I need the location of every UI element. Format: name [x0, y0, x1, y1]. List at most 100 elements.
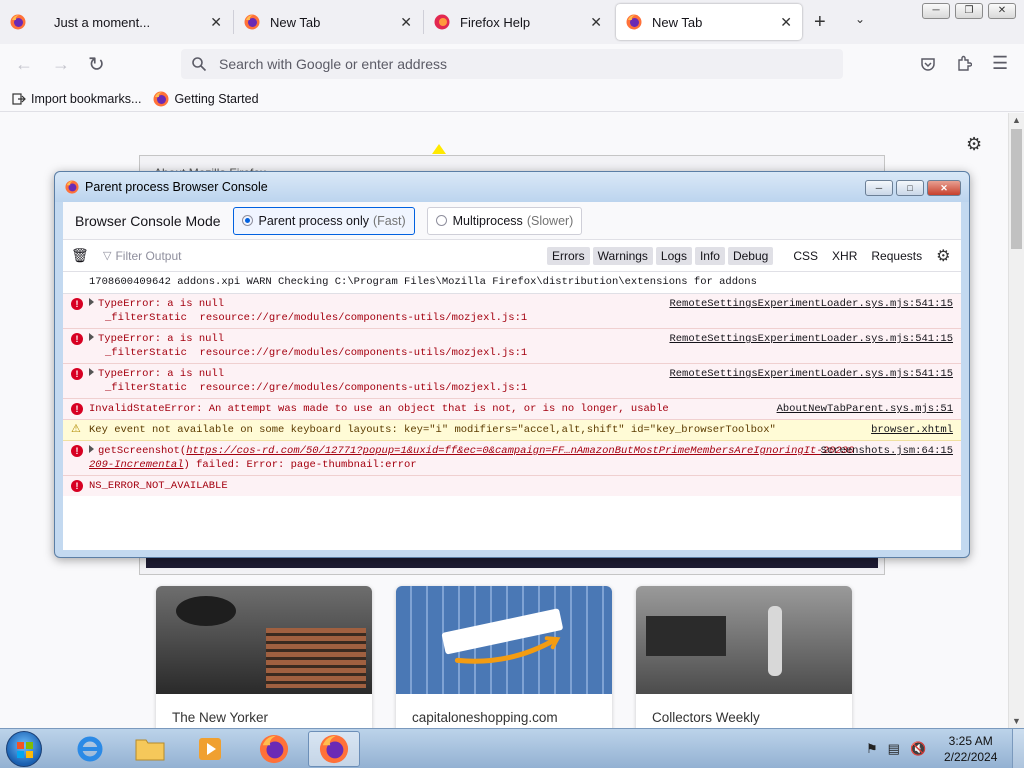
console-maximize-button[interactable]: □ [896, 180, 924, 196]
show-desktop-button[interactable] [1012, 729, 1024, 768]
tab-close-icon[interactable]: ✕ [590, 14, 602, 31]
top-site-card[interactable]: Collectors Weekly [636, 586, 852, 728]
taskbar-internet-explorer[interactable] [64, 731, 116, 767]
expand-triangle-icon[interactable] [89, 445, 94, 453]
level-warnings-button[interactable]: Warnings [592, 246, 653, 265]
back-arrow-icon[interactable]: ← [15, 54, 33, 75]
taskbar-firefox[interactable] [248, 731, 300, 767]
scrollbar-thumb[interactable] [1011, 129, 1022, 249]
error-text: TypeError: a is null [98, 333, 225, 345]
stack-path-link[interactable]: resource://gre/modules/components-utils/… [200, 382, 528, 394]
filter-placeholder: Filter Output [115, 248, 182, 263]
log-message: 1708600409642 addons.xpi WARN Checking C… [63, 272, 961, 294]
tab-close-icon[interactable]: ✕ [780, 14, 792, 31]
scroll-up-icon[interactable]: ▲ [1012, 115, 1021, 125]
mode-multi-label: Multiprocess [452, 213, 523, 228]
mode-multiprocess-radio[interactable]: Multiprocess (Slower) [426, 206, 583, 235]
firefox-icon [626, 14, 642, 30]
firefox-icon [244, 14, 260, 30]
filter-output-input[interactable]: ▽ Filter Output [103, 249, 543, 263]
clear-console-trash-icon[interactable]: 🗑 [71, 247, 89, 264]
tab-new-tab-active[interactable]: New Tab ✕ [616, 4, 802, 40]
minimize-button[interactable]: ─ [922, 3, 950, 19]
category-css-button[interactable]: CSS [793, 249, 818, 263]
level-debug-button[interactable]: Debug [727, 246, 774, 265]
console-minimize-button[interactable]: ─ [865, 180, 893, 196]
scroll-down-icon[interactable]: ▼ [1012, 716, 1021, 726]
source-link[interactable]: Screenshots.jsm:64:15 [821, 444, 953, 458]
reload-icon[interactable]: ↻ [88, 52, 105, 77]
source-link[interactable]: RemoteSettingsExperimentLoader.sys.mjs:5… [669, 367, 953, 381]
top-site-title: capitaloneshopping.com [412, 710, 558, 725]
top-site-title: Collectors Weekly [652, 710, 760, 725]
source-link[interactable]: RemoteSettingsExperimentLoader.sys.mjs:5… [669, 297, 953, 311]
stack-function: _filterStatic [105, 312, 187, 324]
taskbar-firefox-active[interactable] [308, 731, 360, 767]
bookmark-label: Getting Started [174, 91, 259, 106]
error-icon: ! [71, 480, 83, 492]
new-tab-plus-icon[interactable]: + [814, 11, 826, 34]
start-button[interactable] [6, 731, 42, 767]
url-input[interactable] [219, 56, 779, 72]
taskbar-clock[interactable]: 3:25 AM 2/22/2024 [944, 733, 997, 765]
screenshot-url-link[interactable]: https://cos-rd.com/50/12771?popup=1&uxid… [186, 445, 854, 457]
url-bar[interactable] [181, 49, 843, 79]
network-icon[interactable]: ▤ [888, 741, 900, 757]
tab-firefox-help[interactable]: Firefox Help ✕ [424, 4, 612, 40]
hamburger-menu-icon[interactable]: ☰ [992, 53, 1008, 74]
dialog-footer-bar [146, 558, 878, 568]
volume-muted-icon[interactable]: 🔇 [910, 741, 926, 757]
stack-path-link[interactable]: resource://gre/modules/components-utils/… [200, 312, 528, 324]
close-window-button[interactable]: ✕ [988, 3, 1016, 19]
import-icon [12, 92, 26, 105]
source-link[interactable]: AboutNewTabParent.sys.mjs:51 [777, 402, 953, 416]
tab-just-a-moment[interactable]: Just a moment... ✕ [44, 4, 232, 40]
restore-button[interactable]: ❐ [955, 3, 983, 19]
top-site-card[interactable]: capitaloneshopping.com [396, 586, 612, 728]
error-icon: ! [71, 298, 83, 310]
level-logs-button[interactable]: Logs [655, 246, 692, 265]
expand-triangle-icon[interactable] [89, 298, 94, 306]
tab-close-icon[interactable]: ✕ [210, 14, 222, 31]
screenshot-url-link-cont[interactable]: 209-Incremental [89, 459, 184, 471]
stack-path-link[interactable]: resource://gre/modules/components-utils/… [200, 347, 528, 359]
firefox-icon [153, 91, 169, 106]
source-link[interactable]: RemoteSettingsExperimentLoader.sys.mjs:5… [669, 332, 953, 346]
firefox-view-button[interactable] [10, 14, 26, 30]
tab-new-tab-1[interactable]: New Tab ✕ [234, 4, 422, 40]
expand-triangle-icon[interactable] [89, 368, 94, 376]
tab-close-icon[interactable]: ✕ [400, 14, 412, 31]
extensions-puzzle-icon[interactable] [956, 55, 972, 73]
mode-parent-only-radio[interactable]: Parent process only (Fast) [232, 206, 415, 235]
log-text: 1708600409642 addons.xpi WARN Checking C… [89, 276, 757, 288]
top-site-card[interactable]: The New Yorker [156, 586, 372, 728]
amazon-logo-image [436, 601, 574, 677]
list-all-tabs-chevron-icon[interactable]: ⌄ [855, 12, 865, 26]
pocket-icon[interactable] [920, 56, 936, 72]
category-requests-button[interactable]: Requests [871, 249, 922, 263]
console-titlebar[interactable]: Parent process Browser Console [55, 172, 969, 202]
internet-explorer-icon [77, 736, 103, 762]
navigation-toolbar: ← → ↻ ☰ [0, 44, 1024, 86]
console-mode-bar: Browser Console Mode Parent process only… [63, 202, 961, 240]
taskbar-file-explorer[interactable] [124, 731, 176, 767]
level-errors-button[interactable]: Errors [547, 246, 590, 265]
error-message: ! TypeError: a is null RemoteSettingsExp… [63, 329, 961, 364]
forward-arrow-icon[interactable]: → [52, 54, 70, 75]
system-tray: ⚑ ▤ 🔇 [866, 741, 926, 757]
expand-triangle-icon[interactable] [89, 333, 94, 341]
console-settings-gear-icon[interactable]: ⚙ [936, 246, 950, 266]
category-xhr-button[interactable]: XHR [832, 249, 857, 263]
tab-strip: Just a moment... ✕ New Tab ✕ Firefox Hel… [0, 0, 1024, 44]
action-center-flag-icon[interactable]: ⚑ [866, 741, 878, 757]
error-text: TypeError: a is null [98, 298, 225, 310]
console-close-button[interactable]: ✕ [927, 180, 961, 196]
bookmark-import[interactable]: Import bookmarks... [12, 92, 141, 106]
level-info-button[interactable]: Info [694, 246, 725, 265]
taskbar-media-player[interactable] [184, 731, 236, 767]
media-player-icon [199, 738, 221, 760]
page-scrollbar[interactable]: ▲ ▼ [1008, 113, 1024, 728]
personalize-gear-icon[interactable]: ⚙ [966, 134, 982, 155]
source-link[interactable]: browser.xhtml [871, 423, 953, 437]
bookmark-getting-started[interactable]: Getting Started [153, 91, 259, 107]
